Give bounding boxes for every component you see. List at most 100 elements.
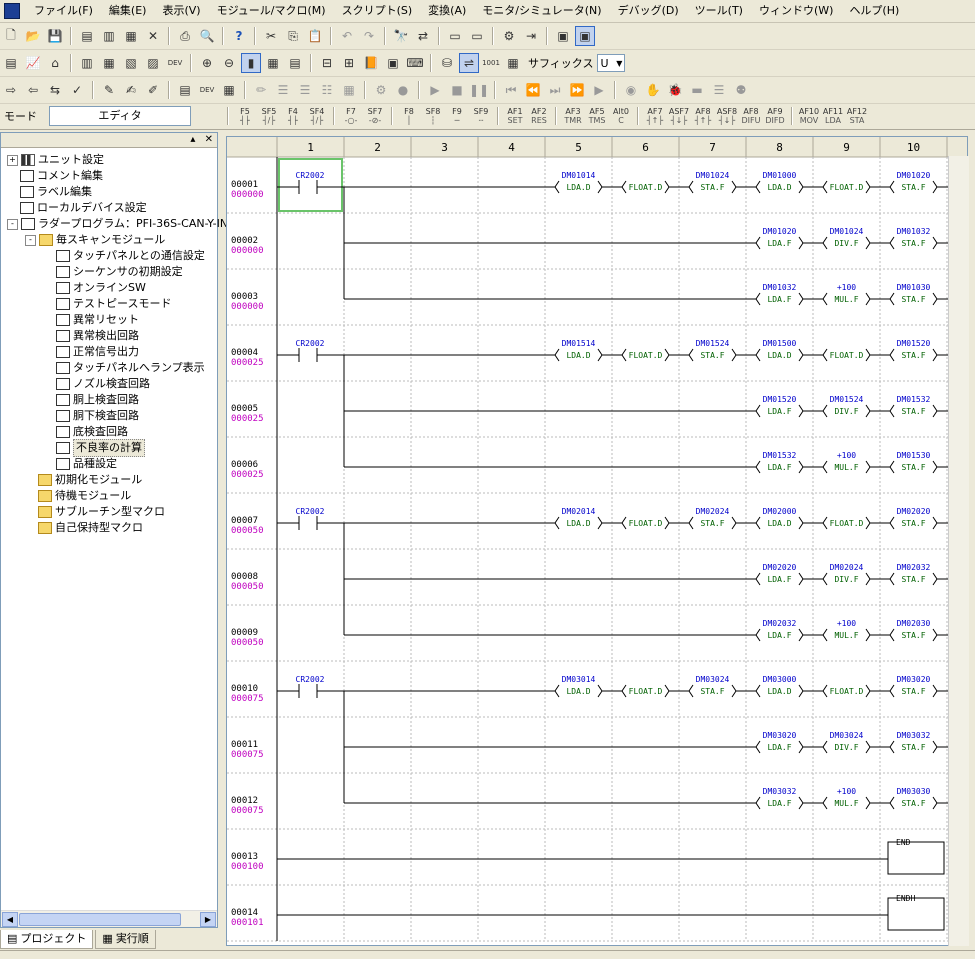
- fkey-button[interactable]: AF8 ┤↑├: [692, 107, 714, 125]
- tree-item[interactable]: タッチパネルとの通信設定: [7, 248, 217, 264]
- read-plc-icon[interactable]: ⇦: [23, 80, 43, 100]
- table-icon[interactable]: ☰: [709, 80, 729, 100]
- fkey-button[interactable]: AF8 DIFU: [740, 107, 762, 125]
- bug-icon[interactable]: 🐞: [665, 80, 685, 100]
- tree-hscroll[interactable]: ◀ ▶: [1, 910, 217, 927]
- app-icon[interactable]: [4, 3, 20, 19]
- module-icon[interactable]: ▥: [77, 53, 97, 73]
- pause-icon[interactable]: ❚❚: [469, 80, 489, 100]
- delete-project-icon[interactable]: ✕: [143, 26, 163, 46]
- menu-item-3[interactable]: モジュール/マクロ(M): [209, 2, 334, 20]
- tree-item[interactable]: 異常リセット: [7, 312, 217, 328]
- tree-item[interactable]: 胴下検査回路: [7, 408, 217, 424]
- expand-icon[interactable]: +: [7, 154, 18, 166]
- view-grid-icon[interactable]: ▦: [263, 53, 283, 73]
- fkey-button[interactable]: F5 ┤├: [234, 107, 256, 125]
- menu-item-0[interactable]: ファイル(F): [26, 2, 101, 20]
- pin-icon[interactable]: ▴: [190, 134, 195, 145]
- tree-item[interactable]: 不良率の計算: [7, 439, 217, 457]
- monitor-icon[interactable]: ▣: [553, 26, 573, 46]
- open-project-icon[interactable]: ▥: [99, 26, 119, 46]
- fkey-button[interactable]: AF3 TMR: [562, 107, 584, 125]
- collapse-icon[interactable]: -: [7, 218, 18, 230]
- usb-icon[interactable]: ⇌: [459, 53, 479, 73]
- print-icon[interactable]: ⎙: [175, 26, 195, 46]
- fkey-button[interactable]: Alt0 C: [610, 107, 632, 125]
- menu-item-2[interactable]: 表示(V): [154, 2, 208, 20]
- tree-item[interactable]: 正常信号出力: [7, 344, 217, 360]
- ladder-diagram[interactable]: 1 2 3 4 5 6 7 8 9 1000001000000CR2002LDA.DDM01014…: [227, 137, 967, 945]
- open-folder-icon[interactable]: 📂: [23, 26, 43, 46]
- fkey-button[interactable]: AF7 ┤↑├: [644, 107, 666, 125]
- module-delete-icon[interactable]: ▨: [143, 53, 163, 73]
- tree-item[interactable]: オンラインSW: [7, 280, 217, 296]
- undo-icon[interactable]: ↶: [337, 26, 357, 46]
- ladder-vscroll[interactable]: [948, 156, 969, 946]
- monitor-register-icon[interactable]: ▤: [175, 80, 195, 100]
- editor-mode-icon[interactable]: ▣: [575, 26, 595, 46]
- panel-tab[interactable]: ▦ 実行順: [95, 930, 156, 949]
- tree-item[interactable]: - ラダープログラム：PFI-36S-CAN-Y-IN: [7, 216, 228, 232]
- fkey-button[interactable]: F4 ┤├: [282, 107, 304, 125]
- chart-icon[interactable]: 📈: [23, 53, 43, 73]
- menu-item-6[interactable]: モニタ/シミュレータ(N): [474, 2, 609, 20]
- fkey-button[interactable]: AF10 MOV: [798, 107, 820, 125]
- scroll-right-icon[interactable]: ▶: [200, 912, 216, 927]
- new-file-icon[interactable]: 🗋: [1, 26, 21, 46]
- menu-item-5[interactable]: 変換(A): [420, 2, 474, 20]
- menu-item-9[interactable]: ウィンドウ(W): [751, 2, 841, 20]
- tree-item[interactable]: 胴上検査回路: [7, 392, 217, 408]
- project-icon[interactable]: ▤: [77, 26, 97, 46]
- ladder-editor[interactable]: 1 2 3 4 5 6 7 8 9 10 00001 000000 CR2002 LDA.D DM01014…: [226, 136, 968, 946]
- list-icon[interactable]: ☰: [273, 80, 293, 100]
- tree-item[interactable]: ラベル編集: [7, 184, 217, 200]
- keyboard-icon[interactable]: ⌨: [405, 53, 425, 73]
- view-ladder-icon[interactable]: ▮: [241, 53, 261, 73]
- replace-icon[interactable]: ⇄: [413, 26, 433, 46]
- hand-icon[interactable]: ✋: [643, 80, 663, 100]
- fkey-button[interactable]: AF11 LDA: [822, 107, 844, 125]
- fkey-button[interactable]: SF8 ┆: [422, 107, 444, 125]
- grid-icon[interactable]: ▦: [339, 80, 359, 100]
- fkey-button[interactable]: AF12 STA: [846, 107, 868, 125]
- paste-icon[interactable]: 📋: [305, 26, 325, 46]
- tree-item[interactable]: 初期化モジュール: [7, 472, 217, 488]
- save-icon[interactable]: 💾: [45, 26, 65, 46]
- fkey-button[interactable]: AF1 SET: [504, 107, 526, 125]
- gear-icon[interactable]: ⚙: [371, 80, 391, 100]
- monitor-table-icon[interactable]: ▦: [219, 80, 239, 100]
- tree-item[interactable]: 異常検出回路: [7, 328, 217, 344]
- menu-item-10[interactable]: ヘルプ(H): [841, 2, 907, 20]
- convert-icon[interactable]: ⚙: [499, 26, 519, 46]
- menu-item-8[interactable]: ツール(T): [687, 2, 751, 20]
- find-icon[interactable]: 🔭: [391, 26, 411, 46]
- scroll-left-icon[interactable]: ◀: [2, 912, 18, 927]
- print-preview-icon[interactable]: 🔍: [197, 26, 217, 46]
- step-run-icon[interactable]: ▶: [589, 80, 609, 100]
- fkey-button[interactable]: AF5 TMS: [586, 107, 608, 125]
- tree-item[interactable]: コメント編集: [7, 168, 217, 184]
- menu-item-4[interactable]: スクリプト(S): [334, 2, 421, 20]
- trace-icon[interactable]: ⚉: [731, 80, 751, 100]
- view-list-icon[interactable]: ▤: [285, 53, 305, 73]
- step-icon[interactable]: ⏭: [545, 80, 565, 100]
- tree-item[interactable]: 底検査回路: [7, 424, 217, 440]
- tree-item[interactable]: サブルーチン型マクロ: [7, 504, 217, 520]
- cut-icon[interactable]: ✂: [261, 26, 281, 46]
- zoom-in-icon[interactable]: ⊕: [197, 53, 217, 73]
- block-icon[interactable]: ▬: [687, 80, 707, 100]
- transfer-icon[interactable]: ⇥: [521, 26, 541, 46]
- comment-icon[interactable]: ▭: [445, 26, 465, 46]
- tree-item[interactable]: 待機モジュール: [7, 488, 217, 504]
- fkey-button[interactable]: F8 │: [398, 107, 420, 125]
- label-icon[interactable]: ▭: [467, 26, 487, 46]
- fkey-button[interactable]: ASF7 ┤↓├: [668, 107, 690, 125]
- device-icon[interactable]: DEV: [165, 53, 185, 73]
- panel-tab[interactable]: ▤ プロジェクト: [0, 930, 94, 949]
- pen-icon[interactable]: ✏: [251, 80, 271, 100]
- online-edit3-icon[interactable]: ✐: [143, 80, 163, 100]
- list2-icon[interactable]: ☰: [295, 80, 315, 100]
- screen-icon[interactable]: ▣: [383, 53, 403, 73]
- fkey-button[interactable]: SF7 -⊘-: [364, 107, 386, 125]
- verify-icon[interactable]: ✓: [67, 80, 87, 100]
